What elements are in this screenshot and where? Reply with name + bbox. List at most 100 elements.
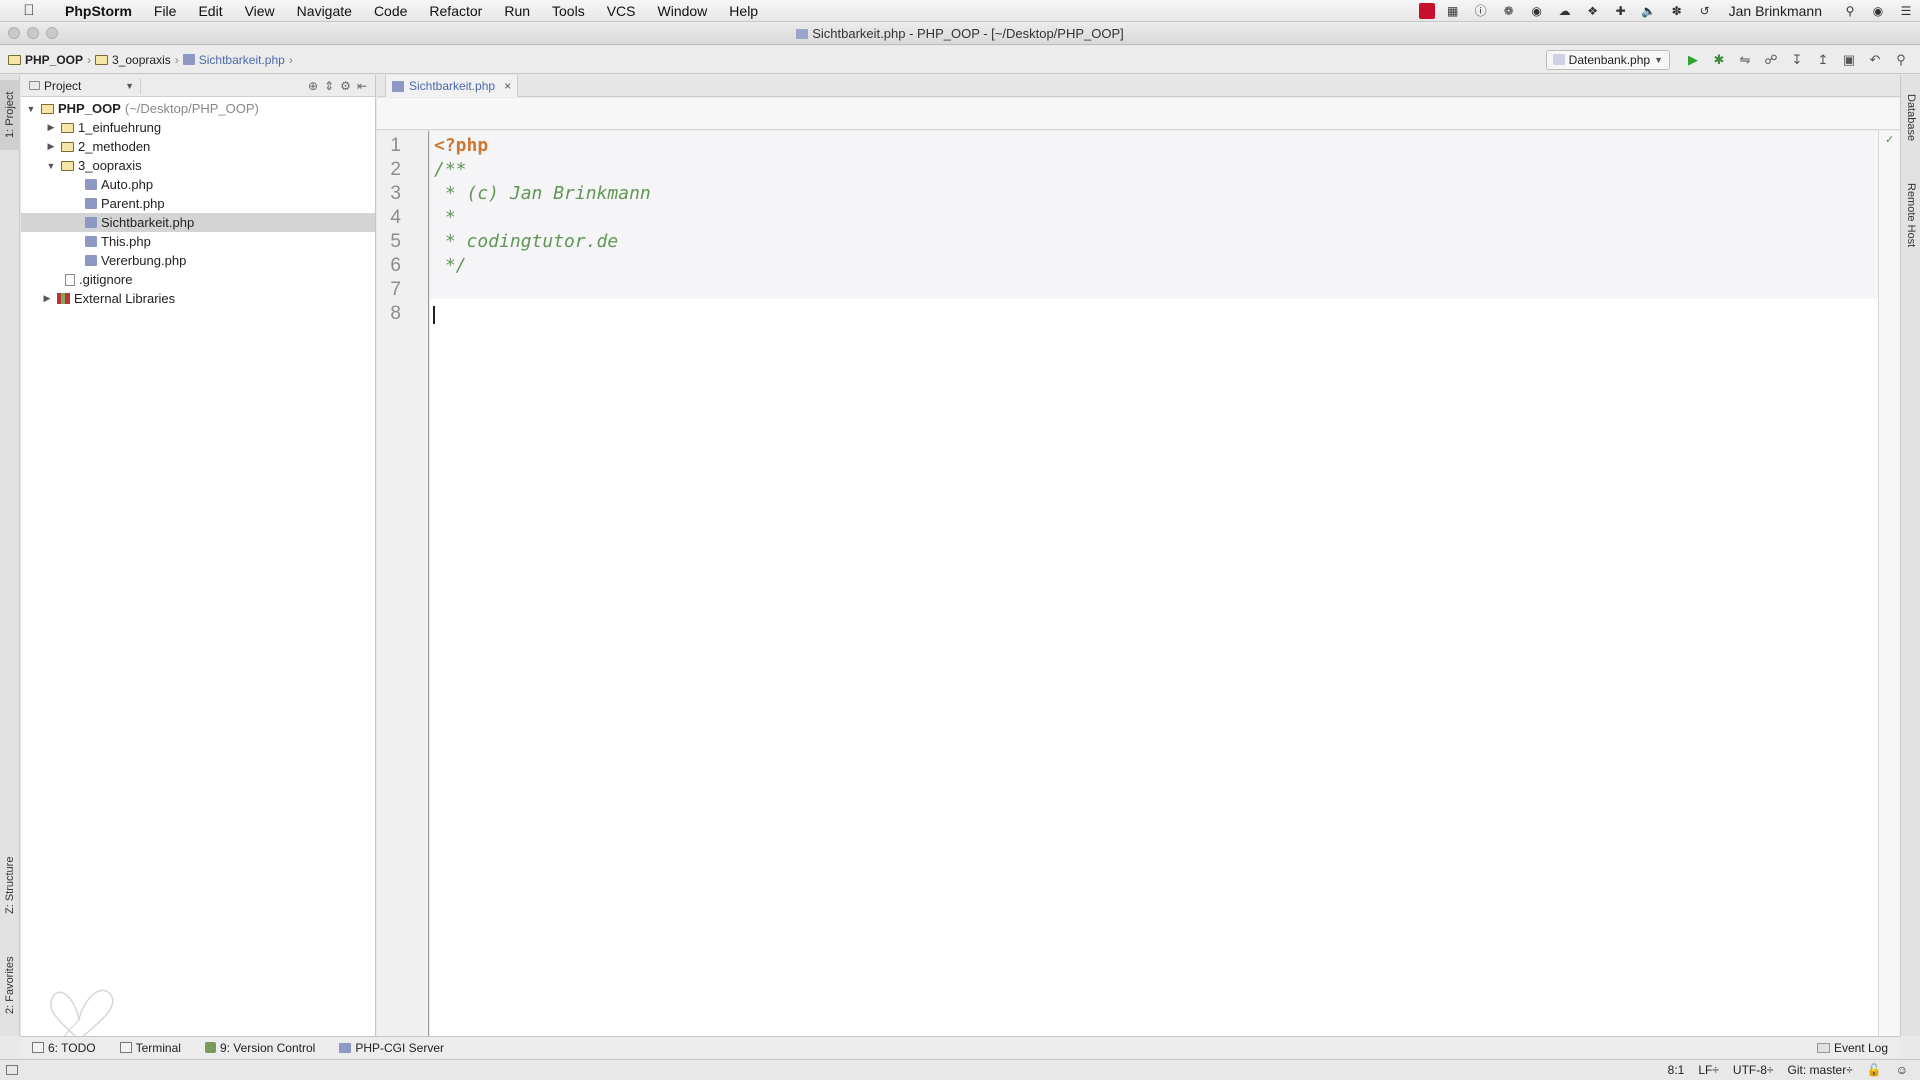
hide-panel-icon[interactable]: ⇤	[357, 79, 367, 93]
coverage-icon[interactable]: ⇋	[1734, 50, 1756, 70]
php-cgi-tool-button[interactable]: PHP-CGI Server	[327, 1041, 456, 1055]
chevron-right-icon: ›	[87, 52, 92, 67]
tree-item-file[interactable]: Vererbung.php	[21, 251, 375, 270]
debug-icon[interactable]: ✱	[1708, 50, 1730, 70]
error-stripe[interactable]: ✓	[1878, 131, 1900, 1036]
menu-help[interactable]: Help	[718, 3, 769, 19]
run-icon[interactable]: ▶	[1682, 50, 1704, 70]
vcs-update-icon[interactable]: ↧	[1786, 50, 1808, 70]
menu-refactor[interactable]: Refactor	[418, 3, 493, 19]
lock-icon[interactable]: ◉	[1868, 3, 1888, 19]
project-tree: ▼ PHP_OOP (~/Desktop/PHP_OOP) ▶ 1_einfue…	[21, 97, 375, 308]
folder-icon	[8, 54, 21, 65]
terminal-tool-button[interactable]: Terminal	[108, 1041, 193, 1055]
line-number: 8	[390, 303, 401, 324]
close-icon[interactable]: ×	[504, 79, 511, 93]
inspector-icon[interactable]: ☺	[1896, 1063, 1908, 1077]
read-only-lock-icon[interactable]: 🔓	[1867, 1063, 1882, 1077]
php-file-icon	[182, 54, 195, 65]
tree-item-external-libraries[interactable]: ▶ External Libraries	[21, 289, 375, 308]
tray-doc-icon[interactable]: ▦	[1443, 3, 1463, 19]
menu-view[interactable]: View	[234, 3, 286, 19]
vcs-compare-icon[interactable]: ▣	[1838, 50, 1860, 70]
menu-run[interactable]: Run	[493, 3, 541, 19]
bluetooth-icon[interactable]: ✽	[1667, 3, 1687, 19]
git-branch[interactable]: Git: master÷	[1788, 1063, 1853, 1077]
chevron-right-icon: ›	[288, 52, 293, 67]
tray-app-icon[interactable]	[1418, 2, 1435, 19]
collapsed-arrow-icon[interactable]: ▶	[45, 122, 57, 133]
tray-cloud-icon[interactable]: ☁	[1555, 3, 1575, 19]
collapse-all-icon[interactable]: ⇕	[324, 79, 334, 93]
php-listen-icon[interactable]: ☍	[1760, 50, 1782, 70]
caret-position[interactable]: 8:1	[1668, 1063, 1685, 1077]
notification-center-icon[interactable]: ☰	[1896, 3, 1916, 19]
spotlight-search-icon[interactable]: ⚲	[1840, 3, 1860, 19]
user-name[interactable]: Jan Brinkmann	[1719, 3, 1836, 19]
tree-item-folder[interactable]: ▶ 2_methoden	[21, 137, 375, 156]
menu-file[interactable]: File	[143, 3, 188, 19]
line-number: 2	[390, 159, 401, 180]
tree-item-file-selected[interactable]: Sichtbarkeit.php	[21, 213, 375, 232]
chevron-down-icon: ▼	[125, 80, 134, 91]
tab-project[interactable]: 1: Project	[0, 80, 20, 150]
breadcrumb-file[interactable]: Sichtbarkeit.php	[182, 53, 289, 67]
gear-icon[interactable]: ⚙	[340, 79, 351, 93]
breadcrumb-folder[interactable]: 3_oopraxis	[95, 53, 175, 67]
breadcrumb-project[interactable]: PHP_OOP	[8, 53, 87, 67]
menu-edit[interactable]: Edit	[187, 3, 233, 19]
tree-item-file[interactable]: .gitignore	[21, 270, 375, 289]
expanded-arrow-icon[interactable]: ▼	[25, 104, 37, 114]
apple-icon[interactable]: 	[18, 2, 40, 19]
scroll-from-source-icon[interactable]: ⊕	[308, 79, 318, 93]
menu-window[interactable]: Window	[647, 3, 719, 19]
code-editor[interactable]: <?php /** * (c) Jan Brinkmann * * coding…	[430, 131, 1878, 1036]
collapsed-arrow-icon[interactable]: ▶	[41, 293, 53, 304]
tab-remote-host[interactable]: Remote Host	[1901, 170, 1920, 260]
tree-item-file[interactable]: Auto.php	[21, 175, 375, 194]
line-number: 4	[390, 207, 401, 228]
status-widgets: 8:1 LF÷ UTF-8÷ Git: master÷ 🔓 ☺	[1668, 1063, 1920, 1077]
time-machine-icon[interactable]: ↺	[1695, 3, 1715, 19]
revert-icon[interactable]: ↶	[1864, 50, 1886, 70]
volume-icon[interactable]: 🔈	[1639, 3, 1659, 19]
menu-code[interactable]: Code	[363, 3, 418, 19]
file-encoding[interactable]: UTF-8÷	[1733, 1063, 1774, 1077]
folder-icon	[61, 141, 74, 152]
expanded-arrow-icon[interactable]: ▼	[45, 161, 57, 171]
tray-leaf-icon[interactable]: ◉	[1527, 3, 1547, 19]
search-everywhere-icon[interactable]: ⚲	[1890, 50, 1912, 70]
tree-item-file[interactable]: Parent.php	[21, 194, 375, 213]
text-file-icon	[65, 273, 75, 286]
tray-dropbox-icon[interactable]: ❖	[1583, 3, 1603, 19]
code-line: /**	[434, 159, 467, 180]
tree-item-folder[interactable]: ▶ 1_einfuehrung	[21, 118, 375, 137]
version-control-tool-button[interactable]: 9: Version Control	[193, 1041, 327, 1055]
project-view-select[interactable]: Project ▼	[29, 77, 141, 94]
tab-structure[interactable]: Z: Structure	[0, 845, 20, 925]
tree-item-root[interactable]: ▼ PHP_OOP (~/Desktop/PHP_OOP)	[21, 99, 375, 118]
folder-icon	[61, 122, 74, 133]
breadcrumb: PHP_OOP › 3_oopraxis › Sichtbarkeit.php …	[0, 53, 297, 67]
folder-icon	[61, 160, 74, 171]
menu-app[interactable]: PhpStorm	[54, 3, 143, 19]
run-configuration-select[interactable]: Datenbank.php ▼	[1545, 49, 1670, 70]
line-separator[interactable]: LF÷	[1698, 1063, 1719, 1077]
code-line: */	[434, 255, 467, 276]
todo-tool-button[interactable]: 6: TODO	[20, 1041, 108, 1055]
tray-evernote-icon[interactable]: ❁	[1499, 3, 1519, 19]
menu-navigate[interactable]: Navigate	[286, 3, 363, 19]
tab-database[interactable]: Database	[1901, 83, 1920, 153]
tree-item-file[interactable]: This.php	[21, 232, 375, 251]
tool-windows-toggle-icon[interactable]	[6, 1065, 18, 1075]
menu-tools[interactable]: Tools	[541, 3, 596, 19]
tray-info-icon[interactable]: ⓘ	[1471, 3, 1491, 19]
event-log-button[interactable]: Event Log	[1805, 1041, 1900, 1055]
tray-plus-icon[interactable]: ✚	[1611, 3, 1631, 19]
tree-item-folder[interactable]: ▼ 3_oopraxis	[21, 156, 375, 175]
tab-sichtbarkeit[interactable]: Sichtbarkeit.php ×	[385, 75, 519, 97]
collapsed-arrow-icon[interactable]: ▶	[45, 141, 57, 152]
tab-favorites[interactable]: 2: Favorites	[0, 943, 20, 1028]
vcs-commit-icon[interactable]: ↥	[1812, 50, 1834, 70]
menu-vcs[interactable]: VCS	[596, 3, 647, 19]
